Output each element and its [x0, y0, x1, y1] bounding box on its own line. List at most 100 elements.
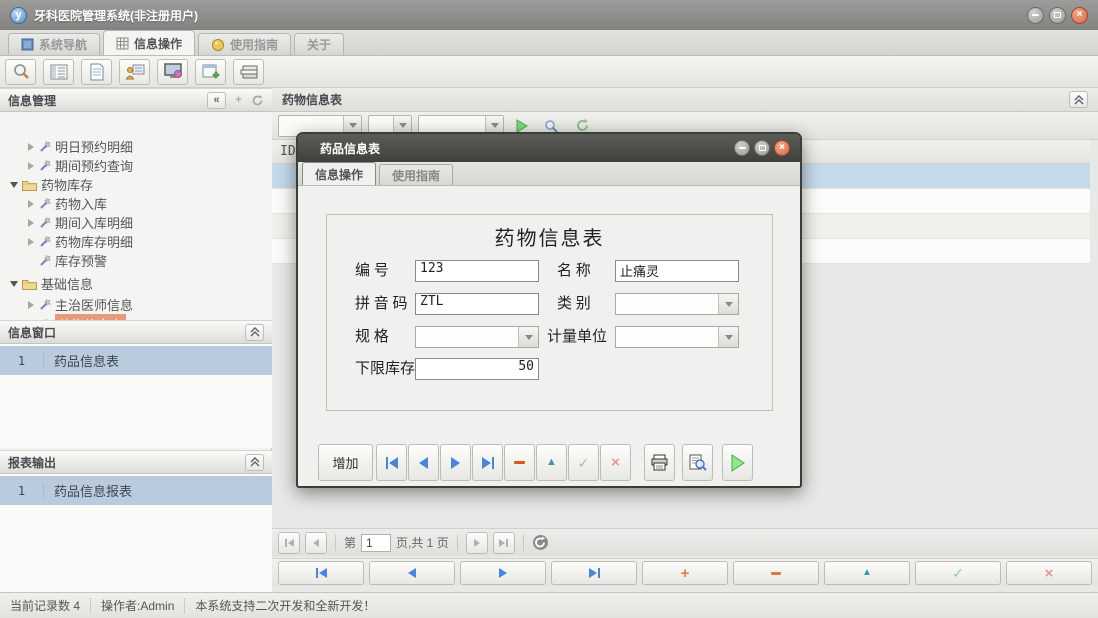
dialog-first-button[interactable] [376, 444, 407, 481]
row-label: 药品信息报表 [54, 484, 133, 499]
pager-first-button[interactable] [278, 531, 300, 554]
code-input[interactable]: 123 [415, 260, 539, 282]
dialog-minimize-button[interactable] [734, 140, 750, 156]
pinyin-input[interactable]: ZTL [415, 293, 539, 315]
document-button[interactable] [81, 58, 112, 85]
check-icon: ✓ [952, 565, 964, 581]
expand-arrow-icon[interactable] [28, 300, 34, 309]
expand-arrow-icon[interactable] [28, 237, 34, 246]
tool-icon [40, 159, 51, 171]
unit-combo[interactable] [615, 326, 739, 348]
info-window-row[interactable]: 1 药品信息表 [0, 346, 272, 375]
dialog-preview-button[interactable] [682, 444, 713, 481]
collapse-panel-button[interactable] [245, 323, 264, 341]
nav-next-button[interactable] [460, 561, 546, 585]
panel-header-info-window: 信息窗口 [0, 320, 272, 344]
refresh-icon[interactable] [251, 94, 264, 107]
tab-about[interactable]: 关于 [294, 33, 345, 55]
list-view-button[interactable] [43, 58, 74, 85]
collapse-arrow-icon[interactable] [10, 280, 18, 287]
nav-insert-button[interactable]: + [642, 561, 728, 585]
collapse-panel-button[interactable] [245, 453, 264, 471]
tree-item-drug-inbound[interactable]: 药物入库 [0, 194, 272, 213]
info-tree: 明日预约明细 期间预约查询 药物库存 药物入库 期间入库明细 药物库存明细 库存… [0, 112, 272, 335]
expand-arrow-icon[interactable] [28, 218, 34, 227]
dialog-add-button[interactable]: 增加 [318, 444, 373, 481]
separator [522, 534, 524, 551]
dialog-delete-button[interactable] [504, 444, 535, 481]
status-operator: 操作者:Admin [101, 599, 175, 613]
dialog-cancel-button[interactable]: × [600, 444, 631, 481]
pager-next-button[interactable] [465, 531, 488, 554]
tree-item-period-inbound-detail[interactable]: 期间入库明细 [0, 213, 272, 232]
dialog-close-button[interactable]: × [774, 140, 790, 156]
add-panel-button[interactable]: + [229, 92, 248, 109]
cancel-icon: × [1044, 564, 1054, 582]
tree-folder-basic-info[interactable]: 基础信息 [0, 274, 272, 293]
tab-user-guide[interactable]: 使用指南 [198, 33, 292, 55]
dialog-maximize-button[interactable] [754, 140, 770, 156]
pager-last-button[interactable] [492, 531, 515, 554]
nav-edit-button[interactable]: ▲ [824, 561, 910, 585]
nav-cancel-button[interactable]: × [1006, 561, 1092, 585]
nav-last-button[interactable] [551, 561, 637, 585]
dialog-titlebar[interactable]: 药品信息表 × [298, 134, 800, 162]
spec-value [416, 327, 518, 347]
chevron-up-icon [249, 327, 260, 337]
card-file-button[interactable] [233, 58, 264, 85]
tree-item-stock-warning[interactable]: 库存预警 [0, 251, 272, 270]
nav-prev-button[interactable] [369, 561, 455, 585]
pager-refresh-icon[interactable] [532, 534, 549, 551]
dialog-post-button[interactable]: ✓ [568, 444, 599, 481]
tree-item-label: 明日预约明细 [55, 140, 134, 155]
first-icon-arrow [287, 538, 294, 547]
category-combo[interactable] [615, 293, 739, 315]
nav-first-button[interactable] [278, 561, 364, 585]
tab-info-operation[interactable]: 信息操作 [103, 30, 196, 55]
dialog-last-button[interactable] [472, 444, 503, 481]
dialog-tab-user-guide[interactable]: 使用指南 [379, 164, 454, 185]
dropdown-button[interactable] [718, 294, 738, 314]
window-add-button[interactable] [195, 58, 226, 85]
maximize-button[interactable] [1049, 6, 1066, 24]
dialog-tab-info-operation[interactable]: 信息操作 [302, 162, 377, 185]
collapse-sidebar-button[interactable]: « [207, 91, 226, 109]
name-input[interactable]: 止痛灵 [615, 260, 739, 282]
dialog-edit-button[interactable]: ▲ [536, 444, 567, 481]
spec-combo[interactable] [415, 326, 539, 348]
tree-item-tomorrow-appointments[interactable]: 明日预约明细 [0, 137, 272, 156]
nav-delete-button[interactable] [733, 561, 819, 585]
tree-item-drug-stock-detail[interactable]: 药物库存明细 [0, 232, 272, 251]
search-button[interactable] [5, 58, 36, 85]
minimize-button[interactable] [1027, 6, 1044, 24]
close-button[interactable]: × [1071, 6, 1088, 24]
monitor-button[interactable] [157, 58, 188, 85]
tree-folder-drug-stock[interactable]: 药物库存 [0, 175, 272, 194]
tree-item-physician-info[interactable]: 主治医师信息 [0, 295, 272, 314]
tab-system-navigation[interactable]: 系统导航 [8, 33, 101, 55]
pager-prev-button[interactable] [305, 531, 327, 554]
min-stock-input[interactable]: 50 [415, 358, 539, 380]
tab-label: 信息操作 [134, 36, 183, 51]
dropdown-button[interactable] [518, 327, 538, 347]
report-output-row[interactable]: 1 药品信息报表 [0, 476, 272, 505]
tree-item-period-appointment-query[interactable]: 期间预约查询 [0, 156, 272, 175]
user-report-button[interactable] [119, 58, 150, 85]
dialog-print-button[interactable] [644, 444, 675, 481]
dialog-run-button[interactable] [722, 444, 753, 481]
first-icon [385, 456, 388, 469]
dialog-next-button[interactable] [440, 444, 471, 481]
nav-post-button[interactable]: ✓ [915, 561, 1001, 585]
panel-header-report-output: 报表输出 [0, 450, 272, 474]
expand-arrow-icon[interactable] [28, 199, 34, 208]
last-icon [491, 456, 494, 469]
dialog-prev-button[interactable] [408, 444, 439, 481]
chevron-up-icon [249, 457, 260, 467]
collapse-content-button[interactable] [1069, 91, 1088, 108]
pager-page-input[interactable] [361, 533, 392, 552]
dropdown-button[interactable] [718, 327, 738, 347]
expand-arrow-icon[interactable] [28, 142, 34, 151]
expand-arrow-icon[interactable] [28, 161, 34, 170]
collapse-arrow-icon[interactable] [10, 181, 18, 188]
separator [456, 534, 458, 551]
